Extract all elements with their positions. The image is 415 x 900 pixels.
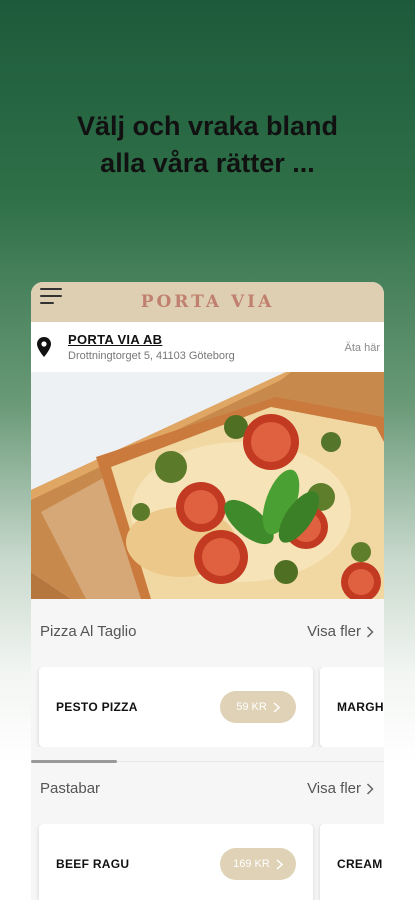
section-header-pizza: Pizza Al Taglio Visa fler — [31, 599, 384, 667]
hamburger-menu-icon[interactable] — [40, 288, 62, 304]
add-to-cart-button[interactable]: 59 KR — [220, 691, 296, 723]
see-more-link[interactable]: Visa fler — [307, 780, 374, 797]
app-header: PORTA VIA — [31, 282, 384, 322]
see-more-link[interactable]: Visa fler — [307, 623, 374, 640]
order-mode[interactable]: Äta här — [345, 342, 380, 354]
product-price: 169 KR — [233, 858, 270, 870]
store-selector[interactable]: PORTA VIA AB Drottningtorget 5, 41103 Gö… — [31, 322, 384, 372]
promo-headline: Välj och vraka bland alla våra rätter ..… — [0, 108, 415, 182]
headline-line-2: alla våra rätter ... — [100, 148, 315, 178]
product-card[interactable]: BEEF RAGU 169 KR — [39, 824, 313, 900]
store-name[interactable]: PORTA VIA AB — [68, 332, 162, 347]
product-name: CREAM — [337, 857, 383, 871]
product-name: MARGH — [337, 700, 384, 714]
headline-line-1: Välj och vraka bland — [76, 111, 339, 141]
product-carousel[interactable]: PESTO PIZZA 59 KR MARGH — [31, 667, 384, 747]
app-screen: PORTA VIA PORTA VIA AB Drottningtorget 5… — [31, 282, 384, 900]
section-title: Pastabar — [40, 780, 101, 797]
product-price: 59 KR — [236, 701, 267, 713]
hero-pizza-image — [31, 372, 384, 599]
section-header-pasta: Pastabar Visa fler — [31, 771, 384, 815]
location-pin-icon — [37, 337, 51, 357]
carousel-scrollbar[interactable] — [31, 747, 384, 771]
chevron-right-icon — [366, 782, 374, 795]
product-card[interactable]: CREAM — [320, 824, 384, 900]
product-card[interactable]: PESTO PIZZA 59 KR — [39, 667, 313, 747]
product-name: PESTO PIZZA — [56, 700, 138, 714]
chevron-right-icon — [273, 701, 280, 713]
store-address: Drottningtorget 5, 41103 Göteborg — [68, 350, 235, 362]
brand-logo-text: PORTA VIA — [140, 292, 275, 312]
chevron-right-icon — [366, 625, 374, 638]
see-more-label: Visa fler — [307, 623, 361, 640]
scrollbar-thumb[interactable] — [31, 760, 117, 763]
product-name: BEEF RAGU — [56, 857, 130, 871]
product-carousel[interactable]: BEEF RAGU 169 KR CREAM — [31, 824, 384, 900]
scrollbar-track — [117, 761, 384, 762]
chevron-right-icon — [276, 858, 283, 870]
section-title: Pizza Al Taglio — [40, 623, 137, 640]
add-to-cart-button[interactable]: 169 KR — [220, 848, 296, 880]
product-card[interactable]: MARGH — [320, 667, 384, 747]
see-more-label: Visa fler — [307, 780, 361, 797]
